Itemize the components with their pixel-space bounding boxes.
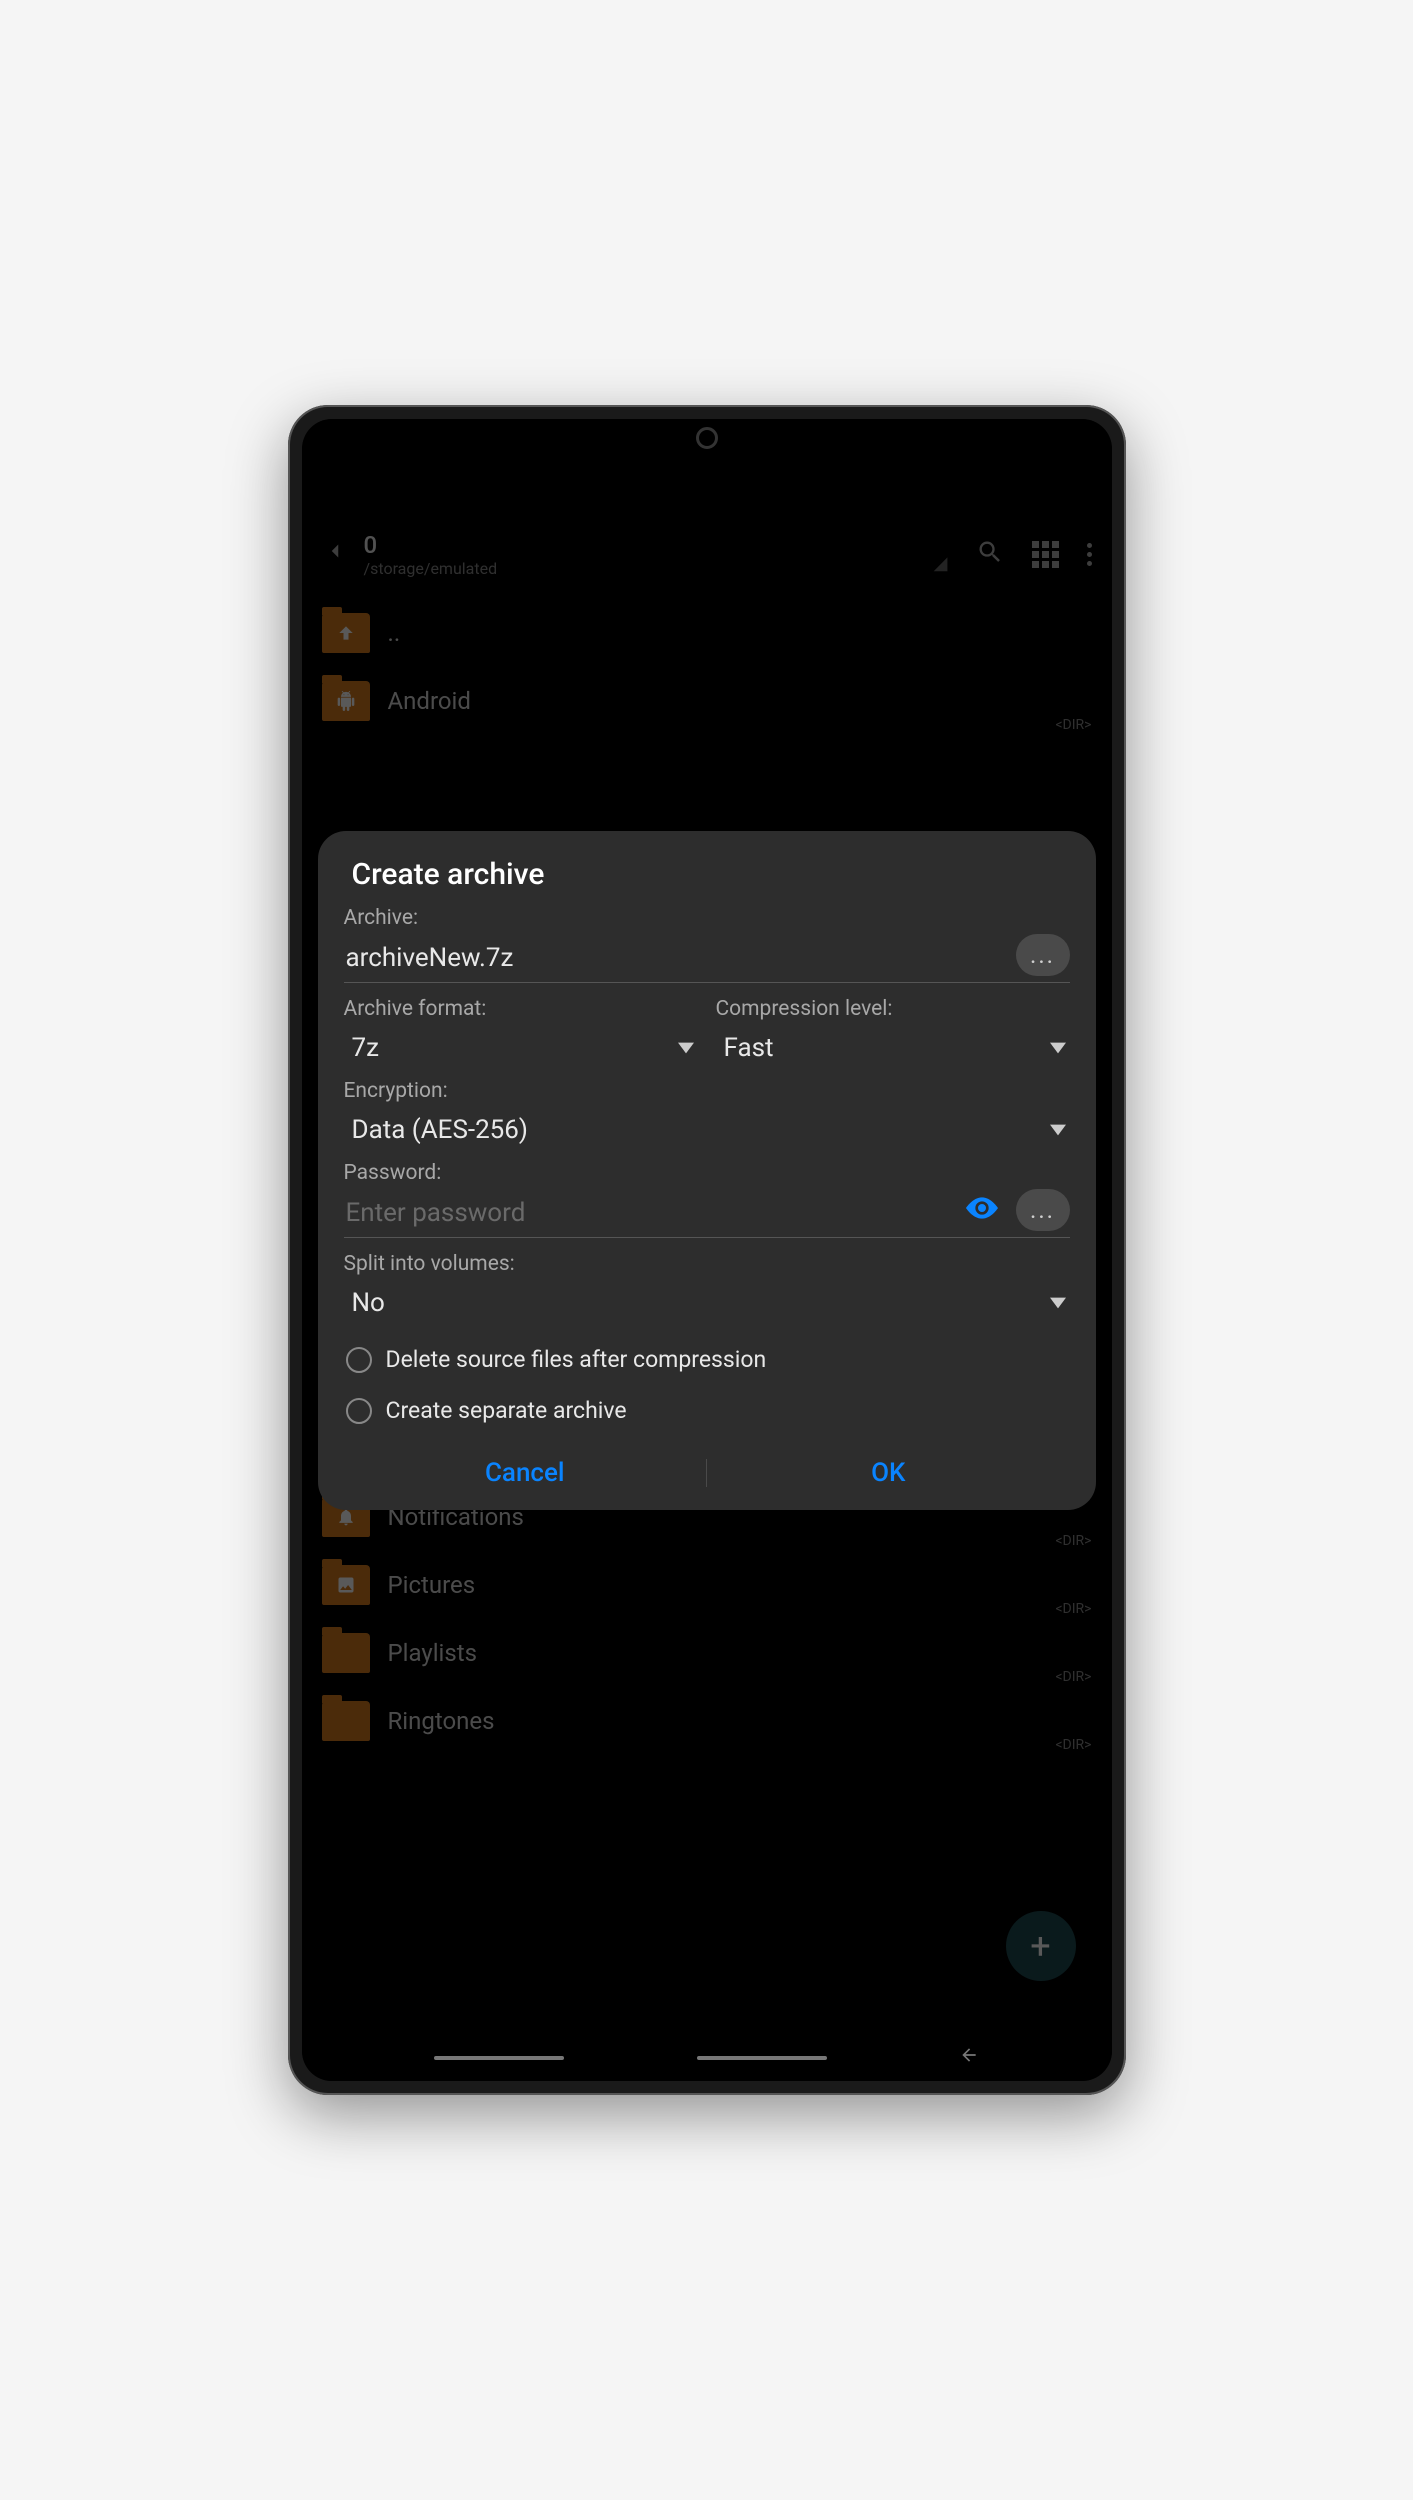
split-dropdown[interactable]: No (344, 1280, 1070, 1330)
split-value: No (352, 1288, 385, 1318)
checkbox-icon (346, 1347, 372, 1373)
show-password-icon[interactable] (966, 1196, 998, 1224)
password-label: Password: (344, 1161, 1070, 1185)
password-options-button[interactable]: ... (1016, 1189, 1070, 1231)
separate-archive-checkbox[interactable]: Create separate archive (344, 1385, 1070, 1436)
checkbox-icon (346, 1398, 372, 1424)
password-input[interactable] (344, 1190, 956, 1236)
compression-label: Compression level: (716, 997, 1070, 1021)
nav-home-icon[interactable] (697, 2056, 827, 2060)
delete-source-checkbox[interactable]: Delete source files after compression (344, 1334, 1070, 1385)
archive-name-input[interactable] (344, 935, 1006, 981)
format-value: 7z (352, 1033, 380, 1063)
chevron-down-icon (1050, 1294, 1066, 1313)
phone-screen: 0 /storage/emulated ◢ (302, 419, 1112, 2081)
phone-frame: 0 /storage/emulated ◢ (288, 405, 1126, 2095)
format-dropdown[interactable]: 7z (344, 1025, 698, 1075)
android-nav-bar (302, 2045, 1112, 2071)
nav-recents-icon[interactable] (434, 2056, 564, 2060)
compression-value: Fast (724, 1033, 774, 1063)
archive-label: Archive: (344, 906, 1070, 930)
cancel-button[interactable]: Cancel (344, 1458, 707, 1488)
encryption-dropdown[interactable]: Data (AES-256) (344, 1107, 1070, 1157)
chevron-down-icon (678, 1039, 694, 1058)
compression-dropdown[interactable]: Fast (716, 1025, 1070, 1075)
browse-archive-button[interactable]: ... (1016, 934, 1070, 976)
nav-back-icon[interactable] (959, 2045, 979, 2071)
checkbox-label: Delete source files after compression (386, 1346, 767, 1373)
checkbox-label: Create separate archive (386, 1397, 627, 1424)
format-label: Archive format: (344, 997, 698, 1021)
dialog-title: Create archive (352, 857, 1070, 892)
ok-button[interactable]: OK (707, 1458, 1070, 1488)
create-archive-dialog: Create archive Archive: ... Archive form… (318, 831, 1096, 1510)
chevron-down-icon (1050, 1039, 1066, 1058)
camera-notch (696, 427, 718, 449)
encryption-label: Encryption: (344, 1079, 1070, 1103)
encryption-value: Data (AES-256) (352, 1115, 528, 1145)
split-label: Split into volumes: (344, 1252, 1070, 1276)
chevron-down-icon (1050, 1121, 1066, 1140)
